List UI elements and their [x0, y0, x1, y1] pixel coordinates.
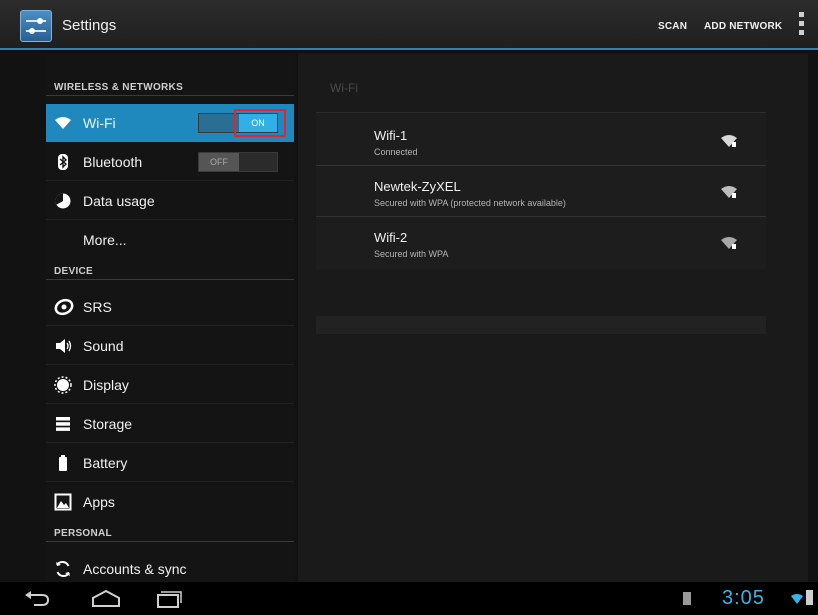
apps-icon [54, 493, 72, 511]
network-name: Newtek-ZyXEL [374, 179, 461, 194]
list-item[interactable]: Wifi-2 Secured with WPA [316, 218, 766, 268]
sidebar-item-srs[interactable]: SRS [46, 288, 294, 326]
wifi-signal-icon [720, 134, 738, 148]
sd-card-icon [683, 592, 691, 605]
sidebar-item-label: SRS [83, 299, 112, 315]
network-name: Wifi-2 [374, 230, 408, 245]
wifi-detail-pane: Wi-Fi Wifi-1 Connected Newtek-ZyXEL Secu… [298, 54, 808, 582]
sidebar-item-more[interactable]: More... [46, 221, 294, 259]
toggle-state: OFF [199, 153, 239, 171]
sidebar-item-label: Battery [83, 455, 128, 471]
network-status: Connected [374, 147, 418, 157]
wifi-status-icon [790, 592, 804, 604]
wifi-signal-icon [720, 185, 738, 199]
scan-button[interactable]: SCAN [658, 21, 687, 32]
action-bar: Settings SCAN ADD NETWORK [0, 0, 818, 50]
home-icon[interactable] [88, 588, 124, 610]
wifi-icon [54, 114, 72, 132]
battery-icon [54, 454, 72, 472]
sidebar-item-bluetooth[interactable]: Bluetooth OFF [46, 143, 294, 181]
sidebar-item-label: Accounts & sync [83, 561, 187, 577]
srs-icon [54, 298, 74, 316]
settings-sliders-icon[interactable] [20, 10, 52, 42]
section-header-device: DEVICE [46, 258, 294, 280]
bluetooth-icon [54, 153, 72, 171]
settings-list[interactable]: WIRELESS & NETWORKS Wi-Fi ON Bluetooth O… [46, 54, 294, 582]
section-header-personal: PERSONAL [46, 520, 294, 542]
sidebar-item-accounts-sync[interactable]: Accounts & sync [46, 550, 294, 582]
sidebar-item-label: Bluetooth [83, 154, 143, 170]
highlight-annotation [234, 109, 286, 137]
wifi-network-list[interactable]: Wifi-1 Connected Newtek-ZyXEL Secured wi… [316, 112, 766, 270]
wifi-signal-icon [720, 236, 738, 250]
sidebar-item-label: Storage [83, 416, 133, 432]
battery-status-icon [806, 590, 813, 605]
system-navigation-bar: 3:05 [0, 582, 818, 615]
storage-icon [54, 415, 72, 433]
speaker-icon [54, 337, 72, 355]
bluetooth-toggle[interactable]: OFF [198, 152, 278, 172]
status-clock[interactable]: 3:05 [722, 587, 765, 610]
sidebar-item-sound[interactable]: Sound [46, 327, 294, 365]
sidebar-item-label: Apps [83, 494, 115, 510]
sidebar-item-battery[interactable]: Battery [46, 444, 294, 482]
page-title: Settings [62, 17, 117, 34]
sidebar-item-label: Data usage [83, 193, 155, 209]
sidebar-item-data-usage[interactable]: Data usage [46, 182, 294, 220]
back-icon[interactable] [20, 588, 56, 610]
list-footer-divider [316, 316, 766, 334]
list-item[interactable]: Newtek-ZyXEL Secured with WPA (protected… [316, 167, 766, 217]
content-area: WIRELESS & NETWORKS Wi-Fi ON Bluetooth O… [0, 52, 818, 582]
overflow-menu-icon[interactable] [797, 12, 805, 38]
sidebar-item-storage[interactable]: Storage [46, 405, 294, 443]
sidebar-item-label: Wi-Fi [83, 115, 116, 131]
sidebar-item-wifi[interactable]: Wi-Fi ON [46, 104, 294, 142]
sidebar-item-apps[interactable]: Apps [46, 483, 294, 521]
recent-apps-icon[interactable] [150, 588, 186, 610]
sidebar-item-display[interactable]: Display [46, 366, 294, 404]
display-icon [54, 376, 72, 394]
pane-title: Wi-Fi [330, 81, 358, 95]
sidebar-item-label: Display [83, 377, 129, 393]
network-status: Secured with WPA [374, 249, 449, 259]
network-status: Secured with WPA (protected network avai… [374, 198, 566, 208]
network-name: Wifi-1 [374, 128, 408, 143]
sidebar-item-label: Sound [83, 338, 124, 354]
data-usage-icon [54, 192, 72, 210]
sync-icon [54, 560, 72, 578]
sidebar-item-label: More... [83, 232, 127, 248]
list-item[interactable]: Wifi-1 Connected [316, 116, 766, 166]
section-header-wireless: WIRELESS & NETWORKS [46, 74, 294, 96]
add-network-button[interactable]: ADD NETWORK [704, 21, 782, 32]
